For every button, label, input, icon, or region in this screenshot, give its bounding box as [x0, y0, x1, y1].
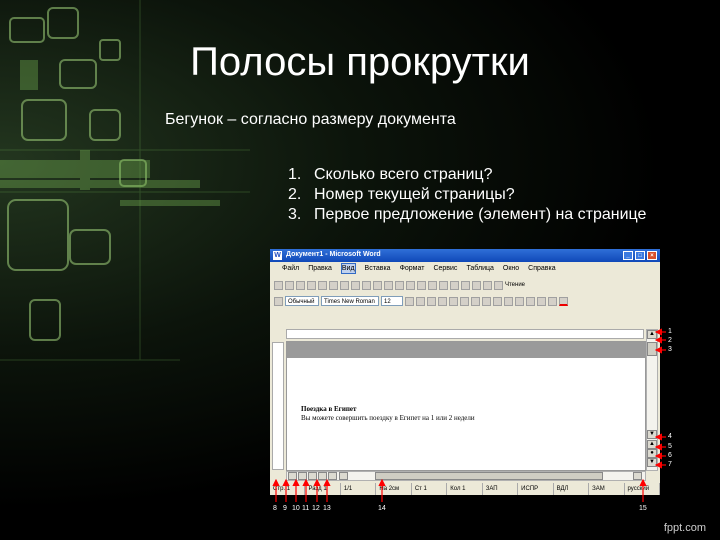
callout-label: 11 [302, 505, 310, 512]
callout-label: 7 [668, 461, 672, 468]
callout-label: 2 [668, 337, 672, 344]
callout-label: 13 [323, 505, 331, 512]
callout-label: 3 [668, 346, 672, 353]
callout-label: 10 [292, 505, 300, 512]
callout-label: 8 [273, 505, 277, 512]
callout-label: 4 [668, 433, 672, 440]
callout-label: 14 [378, 505, 386, 512]
callout-label: 9 [283, 505, 287, 512]
callout-label: 1 [668, 328, 672, 335]
brand-watermark: fppt.com [663, 522, 706, 534]
callout-label: 6 [668, 452, 672, 459]
callout-arrows [272, 328, 666, 502]
callout-label: 15 [639, 505, 647, 512]
callout-label: 12 [312, 505, 320, 512]
slide: Полосы прокрутки Бегунок – согласно разм… [0, 0, 720, 540]
callout-label: 5 [668, 443, 672, 450]
